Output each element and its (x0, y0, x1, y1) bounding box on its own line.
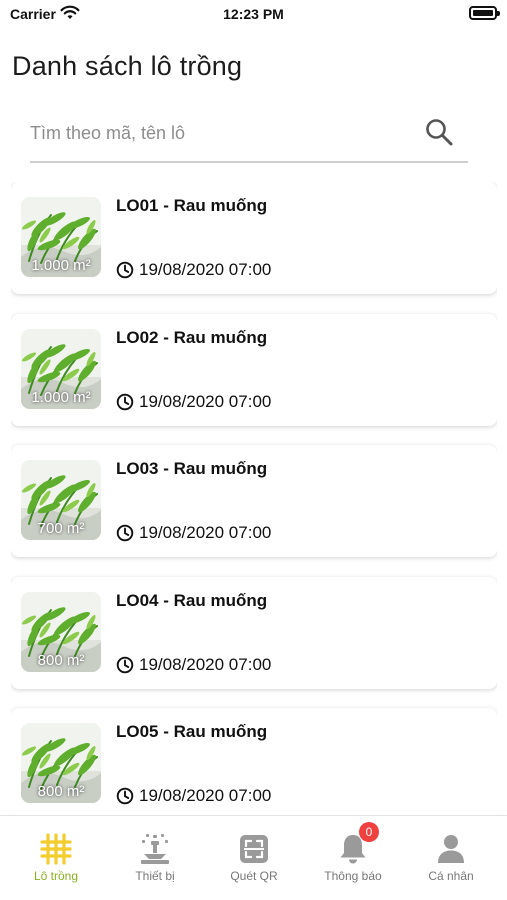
plot-list[interactable]: 1.000 m² LO01 - Rau muống 19/08/2020 07:… (11, 182, 497, 814)
page-title: Danh sách lô trồng (12, 51, 243, 81)
tab-label: Quét QR (230, 869, 278, 883)
plot-date: 19/08/2020 07:00 (116, 786, 271, 806)
tab-quet-qr[interactable]: Quét QR (204, 832, 304, 884)
plot-title: LO04 - Rau muống (116, 590, 268, 610)
clock-icon (116, 656, 134, 673)
plot-thumbnail: 1.000 m² (21, 328, 101, 409)
plot-card[interactable]: 800 m² LO05 - Rau muống 19/08/2020 07:00 (11, 708, 497, 814)
qr-scan-icon (240, 835, 268, 863)
clock-icon (116, 393, 134, 410)
plot-title: LO01 - Rau muống (116, 196, 268, 215)
sprinkler-icon (141, 834, 169, 864)
tab-label: Thông báo (324, 869, 382, 883)
plot-thumbnail: 800 m² (21, 591, 101, 672)
plot-date: 19/08/2020 07:00 (116, 523, 271, 543)
plot-area: 800 m² (37, 783, 85, 800)
clock-icon (116, 787, 134, 805)
plot-card[interactable]: 1.000 m² LO02 - Rau muống 19/08/2020 07:… (11, 313, 497, 426)
plot-date-text: 19/08/2020 07:00 (139, 260, 272, 279)
plot-title: LO02 - Rau muống (116, 327, 268, 347)
tab-thiet-bi[interactable]: Thiết bị (105, 832, 205, 884)
person-icon (438, 835, 464, 863)
plot-area: 1.000 m² (31, 388, 91, 406)
tab-label: Cá nhân (428, 869, 474, 883)
plot-area: 700 m² (37, 520, 85, 537)
tab-bar: Lô trồng Thiết bị Quét QR 0 Thông báo Cá… (0, 815, 507, 900)
plot-card[interactable]: 800 m² LO04 - Rau muống 19/08/2020 07:00 (11, 576, 497, 689)
notification-badge: 0 (359, 822, 379, 842)
clock-icon (116, 261, 134, 279)
plot-date: 19/08/2020 07:00 (116, 655, 271, 675)
plot-date-text: 19/08/2020 07:00 (139, 391, 272, 411)
search-bar (30, 108, 468, 163)
battery-icon (469, 6, 500, 20)
plot-title: LO05 - Rau muống (116, 722, 268, 741)
search-icon[interactable] (424, 117, 454, 147)
plot-area: 800 m² (37, 651, 85, 669)
plot-thumbnail: 1.000 m² (21, 197, 101, 277)
plot-thumbnail: 800 m² (21, 723, 101, 803)
tab-label: Lô trồng (33, 869, 79, 883)
plot-date-text: 19/08/2020 07:00 (139, 654, 272, 674)
tab-label: Thiết bị (135, 869, 175, 883)
plot-date: 19/08/2020 07:00 (116, 260, 271, 280)
tab-thong-bao[interactable]: 0 Thông báo (303, 822, 403, 884)
tab-ca-nhan[interactable]: Cá nhân (401, 832, 501, 884)
tab-lo-trong[interactable]: Lô trồng (6, 832, 106, 884)
plot-title: LO03 - Rau muống (116, 459, 268, 478)
grid-fence-icon (40, 833, 72, 865)
status-bar: Carrier 12:23 PM (0, 0, 507, 30)
plot-card[interactable]: 1.000 m² LO01 - Rau muống 19/08/2020 07:… (11, 182, 497, 294)
plot-date: 19/08/2020 07:00 (116, 392, 271, 412)
plot-area: 1.000 m² (31, 257, 91, 274)
plot-date-text: 19/08/2020 07:00 (139, 523, 272, 542)
status-time: 12:23 PM (223, 6, 284, 22)
plot-thumbnail: 700 m² (21, 460, 101, 540)
clock-icon (116, 524, 134, 542)
plot-card[interactable]: 700 m² LO03 - Rau muống 19/08/2020 07:00 (11, 445, 497, 557)
plot-date-text: 19/08/2020 07:00 (139, 786, 272, 805)
search-input[interactable] (30, 116, 410, 150)
